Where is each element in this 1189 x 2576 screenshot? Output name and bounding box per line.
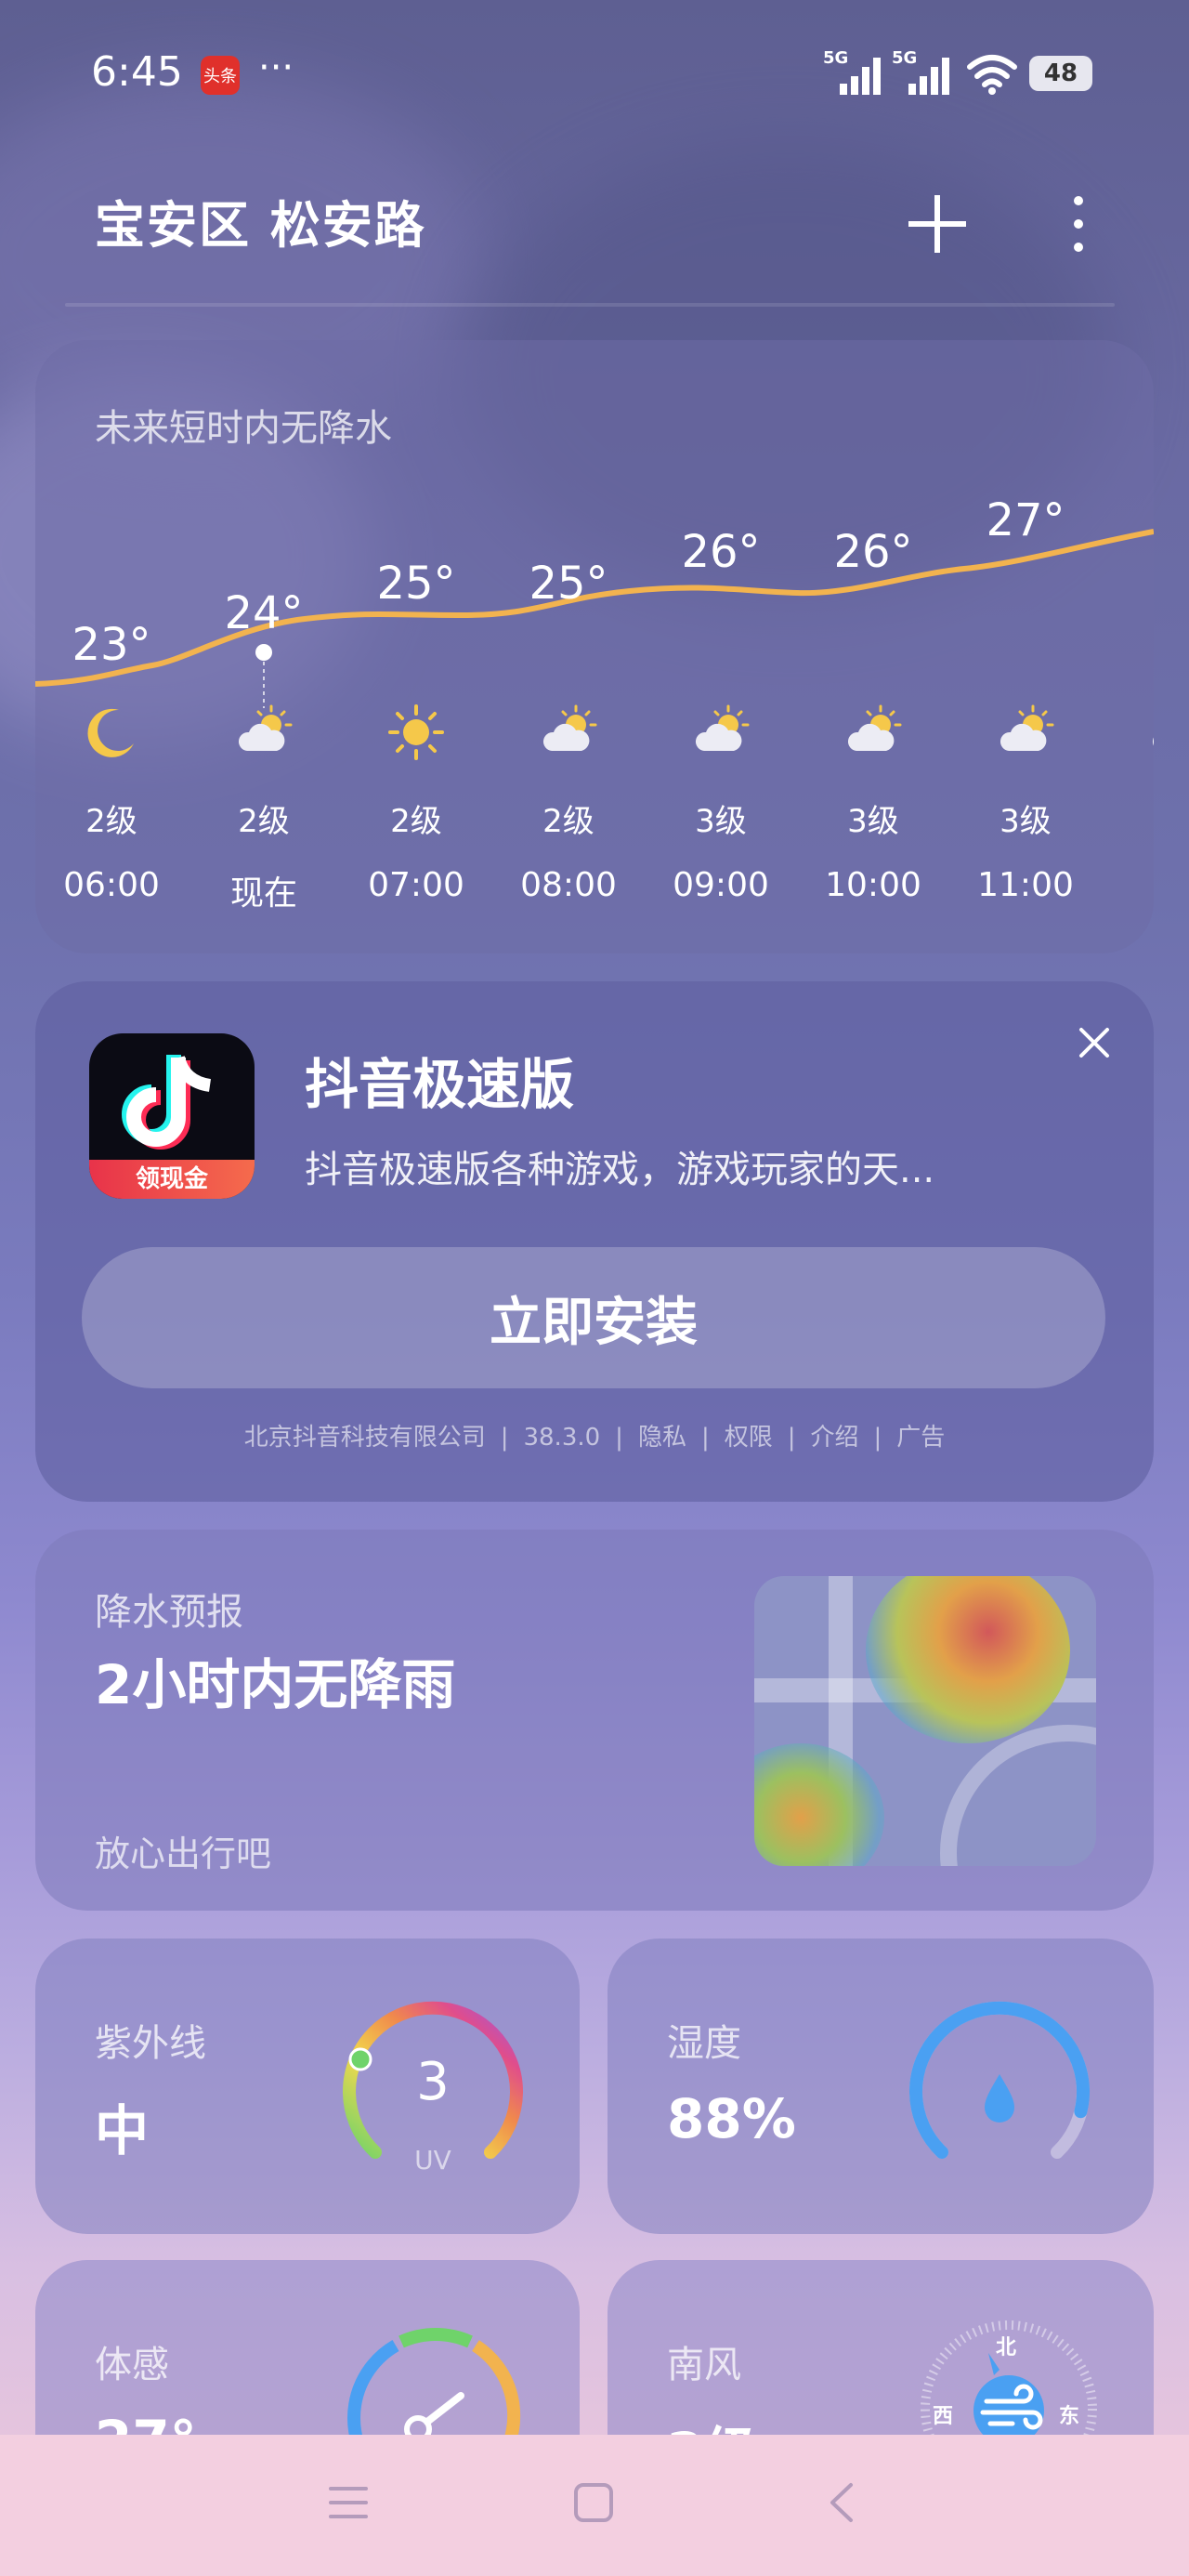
hour-column: 24° 2级现在 <box>189 340 338 953</box>
install-button-label: 立即安装 <box>490 1292 698 1353</box>
back-chevron-icon[interactable] <box>821 2481 864 2524</box>
precip-headline: 2小时内无降雨 <box>95 1653 456 1716</box>
hour-column: 21 <box>1104 340 1154 953</box>
moon-icon <box>82 703 141 762</box>
ad-intro-link[interactable]: 介绍 <box>811 1424 859 1452</box>
cash-badge: 领现金 <box>89 1160 255 1199</box>
menu-icon[interactable] <box>327 2481 370 2524</box>
uv-card[interactable]: 紫外线 中 3 UV <box>35 1939 580 2234</box>
hour-column: 27° 3级 11:00 <box>951 340 1100 953</box>
hour-temp: 26° <box>833 526 913 578</box>
app-icon-douyin[interactable]: 领现金 <box>89 1033 255 1199</box>
hour-temp: 27° <box>986 494 1065 546</box>
header-divider <box>65 303 1115 307</box>
ad-permissions-link[interactable]: 权限 <box>725 1424 773 1452</box>
hour-column: 25° 2级 07:00 <box>342 340 490 953</box>
hour-column: 26° 3级 10:00 <box>799 340 947 953</box>
hour-time: 09:00 <box>673 866 769 904</box>
hour-time: 06:00 <box>63 866 160 904</box>
douyin-logo-icon <box>122 1055 212 1150</box>
network-type-label-2: 5G <box>892 48 918 68</box>
hour-temp: 24° <box>224 587 304 639</box>
more-notifications-icon: ··· <box>258 46 294 89</box>
sun-icon <box>386 703 446 762</box>
battery-icon: 48 <box>1029 56 1092 91</box>
wind-title: 南风 <box>667 2344 741 2386</box>
ad-developer: 北京抖音科技有限公司 <box>243 1424 486 1452</box>
ad-description: 抖音极速版各种游戏，游戏玩家的天... <box>305 1149 935 1191</box>
hour-wind-level: 2级 <box>85 803 137 840</box>
close-icon[interactable] <box>1076 1024 1113 1061</box>
compass-east: 东 <box>1059 2405 1080 2428</box>
partly-cloudy-icon <box>234 703 294 762</box>
plus-icon[interactable] <box>905 191 970 256</box>
hour-temp: 2 <box>1104 461 1154 513</box>
ad-privacy-link[interactable]: 隐私 <box>638 1424 686 1452</box>
ad-card: 领现金 抖音极速版 抖音极速版各种游戏，游戏玩家的天... 立即安装 北京抖音科… <box>35 981 1154 1502</box>
battery-level: 48 <box>1043 59 1078 87</box>
location-title[interactable]: 宝安区 松安路 <box>95 184 426 257</box>
precipitation-card[interactable]: 降水预报 2小时内无降雨 放心出行吧 <box>35 1530 1154 1911</box>
hour-time: 08:00 <box>520 866 617 904</box>
humidity-gauge <box>909 2001 1090 2159</box>
hour-wind-level: 2级 <box>238 803 290 840</box>
toutiao-app-icon: 头条 <box>201 56 240 95</box>
precip-radar-map[interactable] <box>754 1576 1096 1866</box>
partly-cloudy-icon <box>1148 703 1154 762</box>
hour-time: 现在 <box>229 874 297 913</box>
uv-level: 中 <box>95 2099 150 2162</box>
feels-title: 体感 <box>95 2344 169 2386</box>
hour-time: 1 <box>1104 866 1154 904</box>
partly-cloudy-icon <box>539 703 598 762</box>
system-nav-bar <box>0 2435 1189 2576</box>
uv-title: 紫外线 <box>95 2022 206 2065</box>
humidity-value: 88% <box>667 2087 796 2150</box>
hour-column: 23° 2级 06:00 <box>37 340 186 953</box>
more-vertical-icon[interactable] <box>1065 191 1092 256</box>
hour-wind-level: 2级 <box>542 803 594 840</box>
precip-title: 降水预报 <box>95 1591 243 1634</box>
ad-footer: 北京抖音科技有限公司 | 38.3.0 | 隐私 | 权限 | 介绍 | 广告 <box>243 1424 946 1452</box>
hour-time: 11:00 <box>977 866 1074 904</box>
hour-column: 25° 2级 08:00 <box>494 340 643 953</box>
home-square-icon[interactable] <box>572 2481 615 2524</box>
hour-temp: 23° <box>72 619 151 671</box>
precip-sub: 放心出行吧 <box>95 1833 272 1874</box>
compass-north: 北 <box>996 2336 1017 2359</box>
hour-wind-level: 3级 <box>847 803 899 840</box>
hour-temp: 26° <box>681 526 761 578</box>
hour-time: 10:00 <box>825 866 921 904</box>
hour-wind-level: 3级 <box>695 803 747 840</box>
partly-cloudy-icon <box>843 703 903 762</box>
compass-west: 西 <box>933 2405 954 2428</box>
ad-version: 38.3.0 <box>523 1424 601 1452</box>
cash-badge-label: 领现金 <box>135 1165 208 1193</box>
status-time: 6:45 <box>91 48 183 96</box>
hour-wind-level: 2级 <box>390 803 442 840</box>
hour-wind-level: 3级 <box>1000 803 1052 840</box>
uv-unit: UV <box>414 2145 451 2175</box>
ad-app-name: 抖音极速版 <box>305 1053 575 1116</box>
water-drop-icon <box>985 2074 1014 2123</box>
uv-value: 3 <box>416 2052 450 2112</box>
signal-icon: 5G 5G <box>823 48 972 97</box>
ad-label: 广告 <box>896 1424 946 1452</box>
status-bar: 6:45 头条 ··· 5G 5G 48 <box>0 0 1189 149</box>
hourly-forecast-card: 未来短时内无降水 23° 2级 06:00 24° 2级 现在 25° 2级 07:00 25° 2… <box>35 340 1154 953</box>
partly-cloudy-icon <box>691 703 751 762</box>
hour-time: 07:00 <box>368 866 464 904</box>
humidity-title: 湿度 <box>667 2022 741 2065</box>
hour-temp: 25° <box>529 558 608 610</box>
partly-cloudy-icon <box>996 703 1055 762</box>
install-button[interactable]: 立即安装 <box>82 1247 1105 1388</box>
hour-column: 26° 3级 09:00 <box>647 340 795 953</box>
hour-temp: 25° <box>376 558 456 610</box>
wifi-icon <box>967 55 1017 95</box>
humidity-card[interactable]: 湿度 88% <box>608 1939 1154 2234</box>
